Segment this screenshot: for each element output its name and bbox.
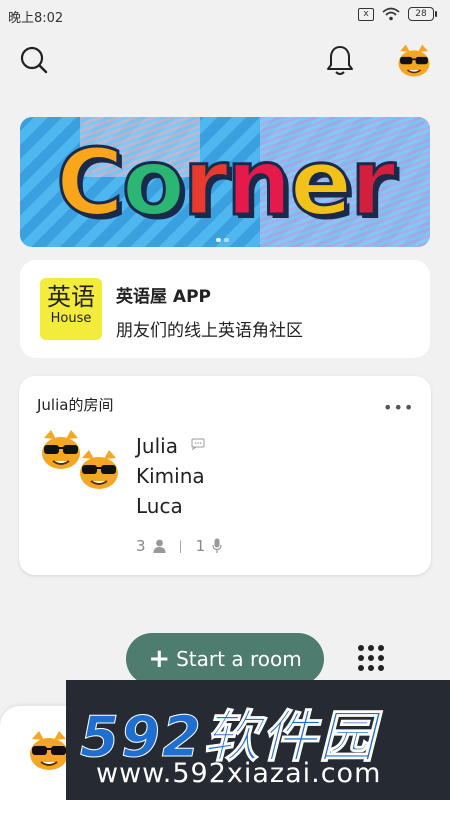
app-info-card[interactable]: 英语 House 英语屋 APP 朋友们的线上英语角社区 xyxy=(20,260,430,358)
room-member: Kimina xyxy=(136,464,205,488)
cat-sunglasses-avatar-icon xyxy=(30,731,68,770)
grid-dot xyxy=(378,655,384,661)
chat-bubble-icon xyxy=(191,438,205,450)
room-member: Julia xyxy=(136,434,178,458)
cat-sunglasses-avatar-icon xyxy=(398,44,430,77)
watermark-overlay: 592软件园 www.592xiazai.com xyxy=(66,680,450,800)
grid-dot xyxy=(358,665,364,671)
apps-grid-button[interactable] xyxy=(355,642,387,674)
watermark-url: www.592xiazai.com xyxy=(96,758,382,789)
battery-icon: 28 xyxy=(408,7,437,21)
grid-dot xyxy=(358,655,364,661)
grid-dot xyxy=(358,645,364,651)
status-bar: 晚上8:02 x 28 xyxy=(0,0,450,32)
more-options-button[interactable]: ••• xyxy=(383,398,414,417)
grid-dot xyxy=(378,645,384,651)
corner-banner[interactable]: C o r n e r xyxy=(20,117,430,247)
app-subtitle: 朋友们的线上英语角社区 xyxy=(116,321,303,341)
app-logo-zh: 英语 xyxy=(47,283,95,311)
speaker-count: 1 xyxy=(195,537,206,555)
banner-letter: r xyxy=(349,127,397,237)
stats-separator: | xyxy=(178,539,183,553)
room-title: Julia的房间 xyxy=(37,396,114,414)
app-logo-en: House xyxy=(50,311,92,326)
profile-avatar-button[interactable] xyxy=(396,43,432,79)
banner-page-indicator xyxy=(216,238,229,242)
person-icon xyxy=(153,539,166,553)
grid-dot xyxy=(368,645,374,651)
room-member: Luca xyxy=(136,494,183,518)
banner-letter: e xyxy=(288,127,353,237)
status-time: 晚上8:02 xyxy=(8,11,64,26)
notification-icon: x xyxy=(358,7,374,21)
listener-count: 3 xyxy=(136,537,146,555)
plus-icon: + xyxy=(148,644,171,674)
app-logo: 英语 House xyxy=(40,278,102,340)
search-icon xyxy=(20,46,48,74)
grid-dot xyxy=(378,665,384,671)
page-dot xyxy=(224,238,229,242)
wifi-icon xyxy=(382,7,400,21)
banner-letter: C xyxy=(55,127,125,237)
microphone-icon xyxy=(212,538,222,553)
banner-letter: o xyxy=(120,127,186,237)
app-title: 英语屋 APP xyxy=(116,287,211,307)
status-icons: x 28 xyxy=(358,7,437,21)
room-stats: 3 | 1 xyxy=(136,537,222,555)
start-room-label: Start a room xyxy=(176,647,302,671)
banner-word: C o r n e r xyxy=(20,127,430,237)
grid-dot xyxy=(368,655,374,661)
banner-letter: n xyxy=(225,127,293,237)
search-button[interactable] xyxy=(16,42,52,78)
cat-sunglasses-avatar-icon xyxy=(80,450,118,489)
room-card[interactable]: Julia的房间 ••• Julia Kimina Luca 3 | 1 xyxy=(19,376,431,575)
start-room-button[interactable]: + Start a room xyxy=(126,633,324,685)
grid-dot xyxy=(368,665,374,671)
page-dot-active xyxy=(216,238,221,242)
notifications-button[interactable] xyxy=(322,42,358,78)
banner-letter: r xyxy=(182,127,230,237)
bell-icon xyxy=(327,46,353,75)
